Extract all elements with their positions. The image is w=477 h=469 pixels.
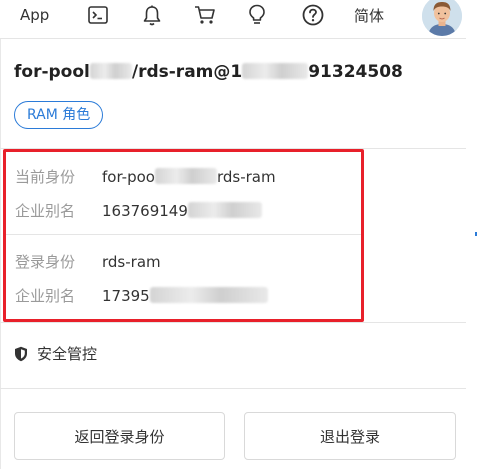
redacted-text: [89, 63, 132, 79]
security-control-link[interactable]: 安全管控: [14, 343, 97, 364]
shield-icon: [15, 346, 27, 361]
security-control-label: 安全管控: [37, 345, 98, 363]
top-navigation-bar: App 简体: [0, 0, 477, 38]
app-link[interactable]: App: [20, 0, 49, 30]
lightbulb-icon[interactable]: [244, 0, 270, 30]
language-switcher[interactable]: 简体: [354, 0, 384, 30]
account-name-middle: /rds-ram@1: [131, 62, 243, 82]
ram-role-badge: RAM 角色: [14, 101, 104, 129]
divider: [0, 388, 466, 389]
bell-icon[interactable]: [139, 0, 165, 30]
help-icon[interactable]: [299, 0, 327, 30]
terminal-icon[interactable]: [84, 0, 112, 30]
account-name-prefix: for-pool: [14, 62, 90, 82]
return-login-identity-button[interactable]: 返回登录身份: [14, 412, 225, 460]
logout-button[interactable]: 退出登录: [244, 412, 456, 460]
account-name: for-pool/rds-ram@1 91324508: [14, 62, 403, 82]
account-name-suffix: 91324508: [308, 62, 403, 82]
cart-icon[interactable]: [191, 0, 219, 30]
identity-highlight-box: [3, 149, 364, 322]
divider: [0, 38, 466, 39]
divider: [0, 322, 466, 323]
redacted-text: [242, 63, 309, 79]
avatar[interactable]: [422, 0, 462, 36]
